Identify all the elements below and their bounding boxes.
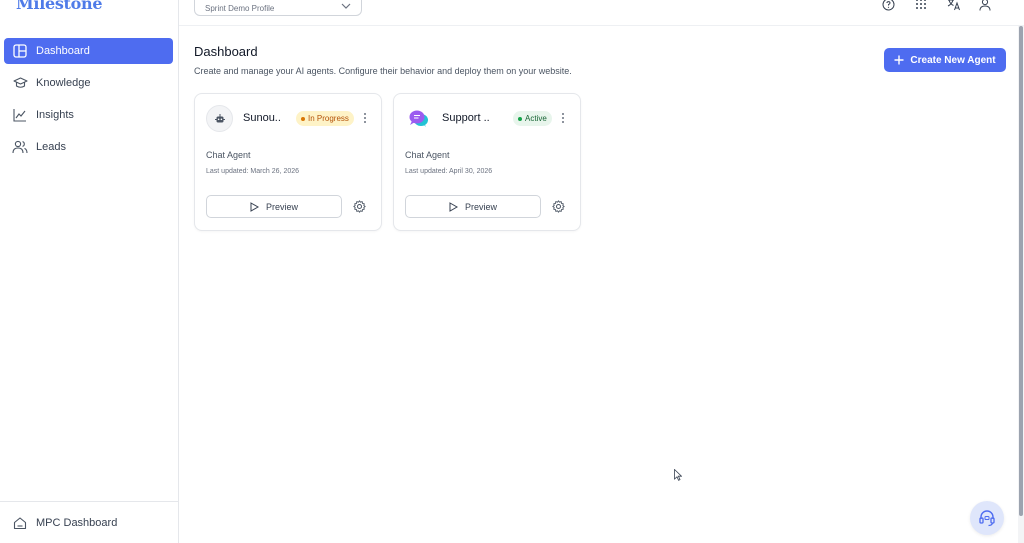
agent-name: Sunou..	[243, 112, 281, 124]
sidebar-footer-label: MPC Dashboard	[36, 517, 118, 529]
chat-bubbles-icon	[405, 105, 432, 132]
robot-icon	[206, 105, 233, 132]
graduation-cap-icon	[12, 75, 28, 91]
line-chart-icon	[12, 107, 28, 123]
create-new-agent-button[interactable]: Create New Agent	[884, 48, 1006, 72]
status-text: In Progress	[308, 114, 349, 123]
sidebar-item-leads[interactable]: Leads	[4, 134, 173, 160]
sidebar-item-label: Insights	[36, 109, 74, 121]
sidebar: Milestone Dashboard Knowledge Insights L…	[0, 0, 179, 543]
agent-card[interactable]: Sunou.. In Progress Chat Agent Last upda…	[194, 93, 382, 231]
scrollbar-thumb[interactable]	[1019, 26, 1023, 516]
page-scrollbar[interactable]	[1018, 26, 1024, 543]
sidebar-item-label: Dashboard	[36, 45, 90, 57]
sidebar-item-label: Leads	[36, 141, 66, 153]
agent-name: Support ..	[442, 112, 490, 124]
profile-select[interactable]: Sprint Demo Profile	[194, 0, 362, 16]
mouse-cursor-icon	[674, 469, 682, 481]
status-text: Active	[525, 114, 547, 123]
help-icon[interactable]	[881, 0, 895, 11]
status-badge: Active	[513, 111, 552, 126]
status-badge: In Progress	[296, 111, 354, 126]
mpc-dashboard-link[interactable]: MPC Dashboard	[4, 510, 173, 536]
main-content: Dashboard Create and manage your AI agen…	[179, 26, 1018, 543]
profile-select-value: Sprint Demo Profile	[205, 3, 275, 13]
create-new-agent-label: Create New Agent	[910, 54, 996, 66]
agent-card[interactable]: Support .. Active Chat Agent Last update…	[393, 93, 581, 231]
status-dot	[301, 116, 305, 121]
gear-icon[interactable]	[551, 199, 565, 213]
agent-type: Chat Agent	[206, 150, 251, 160]
support-chat-button[interactable]	[970, 501, 1004, 535]
page-title: Dashboard	[194, 44, 258, 59]
play-icon	[449, 201, 458, 212]
apps-grid-icon[interactable]	[914, 0, 928, 11]
agent-updated: Last updated: March 26, 2026	[206, 168, 300, 175]
preview-label: Preview	[265, 201, 298, 212]
play-icon	[250, 201, 259, 212]
gear-icon[interactable]	[352, 199, 366, 213]
sidebar-item-label: Knowledge	[36, 77, 91, 89]
sidebar-footer: MPC Dashboard	[0, 501, 179, 543]
agent-updated: Last updated: April 30, 2026	[405, 168, 493, 175]
sidebar-item-knowledge[interactable]: Knowledge	[4, 70, 173, 96]
brand-logo[interactable]: Milestone	[16, 0, 103, 13]
chevron-down-icon	[341, 3, 351, 9]
headset-icon	[979, 510, 995, 527]
topbar: Sprint Demo Profile	[179, 0, 1024, 26]
agent-type: Chat Agent	[405, 150, 450, 160]
home-icon	[12, 515, 28, 531]
users-icon	[12, 139, 28, 155]
more-options-icon[interactable]	[559, 111, 567, 125]
status-dot	[518, 116, 522, 121]
more-options-icon[interactable]	[361, 111, 369, 125]
translate-icon[interactable]	[947, 0, 961, 11]
sidebar-item-dashboard[interactable]: Dashboard	[4, 38, 173, 64]
user-icon[interactable]	[978, 0, 992, 11]
plus-icon	[894, 55, 904, 65]
preview-button[interactable]: Preview	[206, 195, 342, 218]
sidebar-item-insights[interactable]: Insights	[4, 102, 173, 128]
preview-button[interactable]: Preview	[405, 195, 541, 218]
preview-label: Preview	[464, 201, 497, 212]
dashboard-icon	[12, 43, 28, 59]
page-subtitle: Create and manage your AI agents. Config…	[194, 66, 572, 76]
